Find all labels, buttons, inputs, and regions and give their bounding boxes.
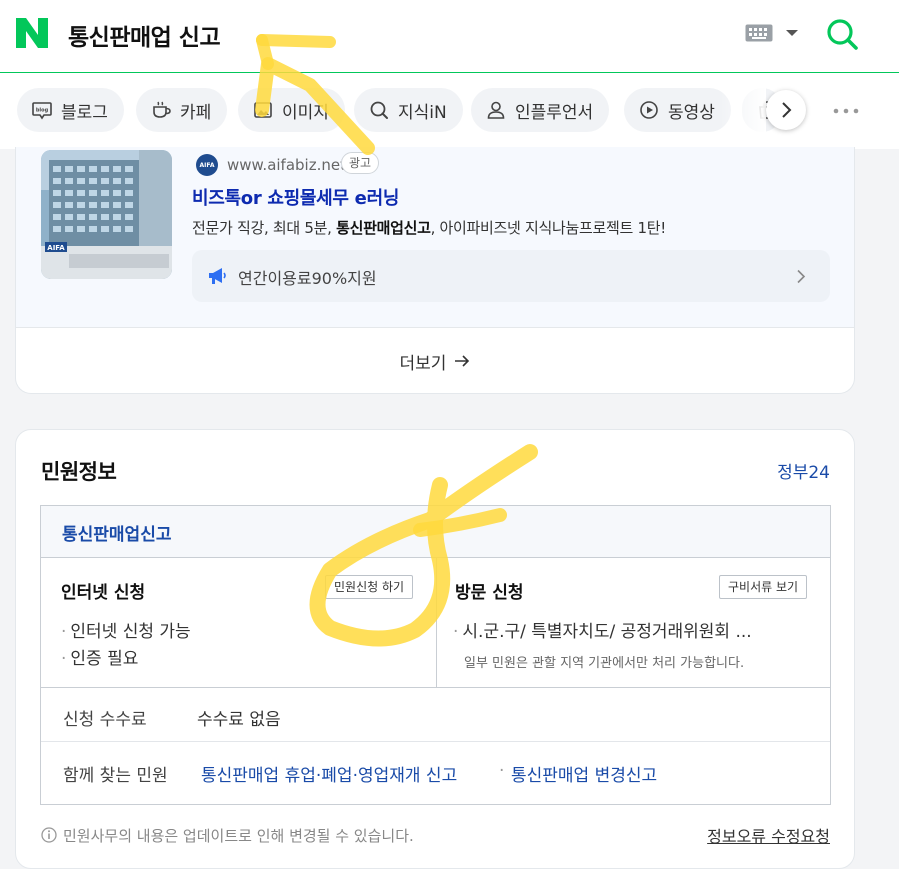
chevron-down-icon[interactable] [785, 28, 799, 38]
megaphone-icon [209, 268, 226, 284]
info-icon [41, 827, 57, 843]
svg-text:blog: blog [36, 108, 49, 114]
keyboard-icon[interactable] [745, 24, 773, 42]
related-link-closure[interactable]: 통신판매업 휴업·폐업·영업재개 신고 [201, 761, 457, 786]
tab-video[interactable]: 동영상 [624, 88, 731, 132]
tabs-fade-overlay [720, 88, 766, 132]
arrow-right-icon [455, 355, 470, 367]
internet-apply-title: 인터넷 신청 [61, 583, 146, 603]
ad-desc-keyword: 통신판매업신고 [336, 219, 431, 237]
tab-label: 카페 [180, 102, 212, 123]
ad-badge[interactable]: 광고 [341, 152, 380, 174]
tab-cafe[interactable]: 카페 [136, 88, 228, 132]
tabs-scroll-next-button[interactable] [766, 90, 806, 130]
more-button[interactable]: 더보기 [16, 328, 854, 393]
gov24-link[interactable]: 정부24 [777, 458, 830, 483]
tab-label: 이미지 [282, 102, 329, 123]
required-documents-button[interactable]: 구비서류 보기 [719, 575, 808, 599]
list-item: 인터넷 신청 가능 [61, 617, 190, 642]
tab-image[interactable]: 이미지 [238, 88, 345, 132]
tab-influencer[interactable]: 인플루언서 [471, 88, 610, 132]
ad-description: 전문가 직강, 최대 5분, 통신판매업신고, 아이파비즈넷 지식나눔프로젝트 … [192, 217, 666, 238]
internet-apply-section: 인터넷 신청 민원신청 하기 인터넷 신청 가능 인증 필요 [41, 558, 437, 688]
visit-apply-section: 방문 신청 구비서류 보기 시.군.구/ 특별자치도/ 공정거래위원회 ... … [437, 558, 830, 688]
civil-info-card: 민원정보 정부24 통신판매업신고 인터넷 신청 민원신청 하기 인터넷 신청 … [15, 429, 855, 869]
ad-desc-text: , 아이파비즈넷 지식나눔프로젝트 1탄! [430, 219, 667, 237]
civil-info-title: 민원정보 [41, 460, 117, 484]
cafe-cup-icon [153, 101, 171, 118]
chevron-right-icon [782, 102, 792, 118]
search-query-text[interactable]: 통신판매업 신고 [68, 18, 221, 52]
apply-online-button[interactable]: 민원신청 하기 [325, 575, 414, 599]
tab-label: 블로그 [61, 102, 108, 123]
tab-label: 동영상 [668, 102, 715, 123]
naver-logo-icon[interactable] [16, 18, 48, 48]
list-item: 시.군.구/ 특별자치도/ 공정거래위원회 ... [453, 617, 751, 642]
kin-search-icon [370, 101, 388, 119]
play-icon [640, 101, 658, 119]
related-civil-row: 함께 찾는 민원 통신판매업 휴업·폐업·영업재개 신고 · 통신판매업 변경신… [41, 742, 830, 804]
civil-item-header: 통신판매업신고 [41, 506, 830, 558]
civil-item-title-link[interactable]: 통신판매업신고 [62, 520, 171, 545]
more-label: 더보기 [399, 353, 447, 374]
person-icon [487, 101, 505, 119]
ad-title-link[interactable]: 비즈톡or 쇼핑몰세무 e러닝 [192, 184, 399, 210]
fee-label: 신청 수수료 [63, 710, 147, 730]
ad-card: AIFA AIFA www.aifabiz.net 광고 비즈톡or 쇼핑몰세무… [15, 147, 855, 394]
related-link-change[interactable]: 통신판매업 변경신고 [511, 761, 657, 786]
ad-extension-link[interactable]: 연간이용료90%지원 [192, 250, 830, 302]
ad-item[interactable]: AIFA AIFA www.aifabiz.net 광고 비즈톡or 쇼핑몰세무… [16, 147, 854, 328]
tab-kin[interactable]: 지식iN [354, 88, 463, 132]
update-notice: 민원사무의 내용은 업데이트로 인해 변경될 수 있습니다. [63, 827, 414, 845]
tab-blog[interactable]: blog 블로그 [17, 88, 124, 132]
search-icon[interactable] [826, 18, 858, 50]
ad-desc-text: 전문가 직강, 최대 5분, [192, 219, 337, 237]
blog-icon: blog [32, 102, 52, 120]
fee-value: 수수료 없음 [197, 710, 281, 730]
chevron-right-icon [797, 269, 806, 284]
visit-apply-title: 방문 신청 [455, 583, 524, 603]
visit-note: 일부 민원은 관할 지역 기관에서만 처리 가능합니다. [464, 656, 745, 671]
related-label: 함께 찾는 민원 [63, 766, 168, 786]
more-options-icon[interactable] [832, 106, 860, 116]
tab-label: 인플루언서 [515, 102, 594, 123]
tab-label: 지식iN [398, 102, 447, 123]
related-separator: · [499, 761, 505, 781]
image-icon [254, 102, 272, 118]
ad-url[interactable]: www.aifabiz.net [227, 156, 346, 174]
list-item: 인증 필요 [61, 644, 138, 669]
ad-thumbnail[interactable]: AIFA [41, 150, 172, 279]
ad-building-image: AIFA [41, 150, 172, 279]
ad-extension-text: 연간이용료90%지원 [238, 269, 377, 288]
ad-favicon: AIFA [196, 154, 218, 176]
civil-info-table: 통신판매업신고 인터넷 신청 민원신청 하기 인터넷 신청 가능 인증 필요 방… [40, 505, 831, 805]
fee-row: 신청 수수료 수수료 없음 [41, 688, 830, 742]
report-error-link[interactable]: 정보오류 수정요청 [707, 823, 830, 847]
search-header: 통신판매업 신고 [0, 0, 899, 73]
ad-thumb-sign: AIFA [47, 244, 65, 252]
